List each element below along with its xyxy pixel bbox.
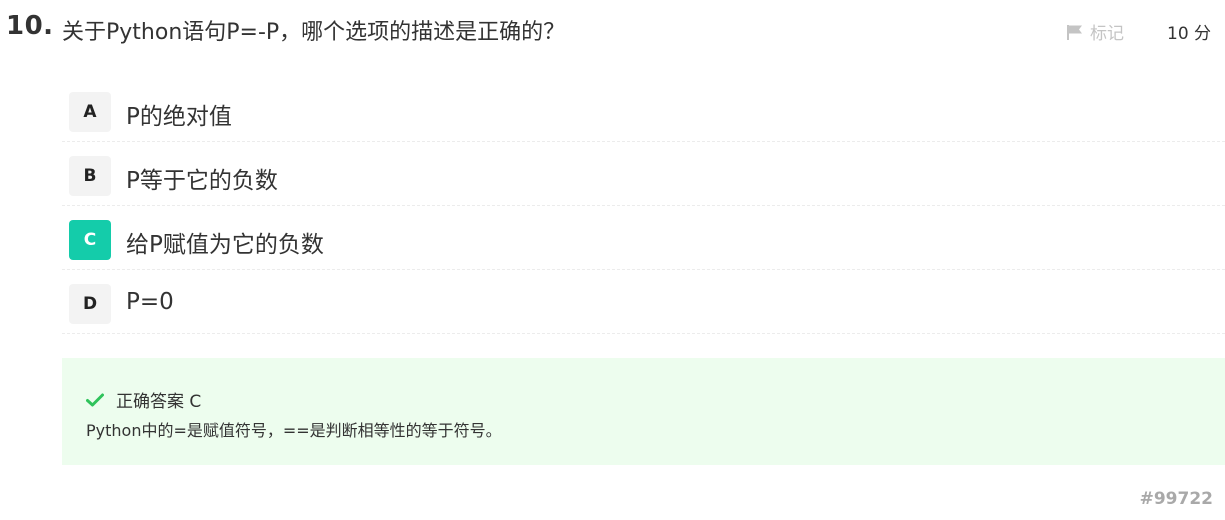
option-text: P等于它的负数 [126, 168, 278, 194]
option-text: P的绝对值 [126, 104, 232, 130]
option-letter-badge: D [69, 284, 111, 324]
answer-title: 正确答案 C [86, 387, 201, 412]
question-number: 10. [6, 11, 54, 41]
option-a[interactable]: A P的绝对值 [62, 78, 1225, 142]
question-id: #99722 [1139, 489, 1213, 509]
question-text: 关于Python语句P=-P，哪个选项的描述是正确的？ [62, 20, 566, 45]
answer-panel: 正确答案 C Python中的=是赋值符号，==是判断相等性的等于符号。 [62, 358, 1225, 465]
option-d[interactable]: D P=0 [62, 270, 1225, 334]
option-text: 给P赋值为它的负数 [126, 232, 324, 258]
option-text: P=0 [126, 289, 174, 315]
option-c[interactable]: C 给P赋值为它的负数 [62, 206, 1225, 270]
option-letter-badge: B [69, 156, 111, 196]
option-letter-badge-correct: C [69, 220, 111, 260]
answer-title-text: 正确答案 C [116, 392, 202, 412]
answer-explanation: Python中的=是赋值符号，==是判断相等性的等于符号。 [86, 421, 502, 440]
check-icon [86, 393, 104, 407]
option-b[interactable]: B P等于它的负数 [62, 142, 1225, 206]
question-header: 10. 关于Python语句P=-P，哪个选项的描述是正确的？ 标记 10 分 [0, 0, 1225, 60]
options-list: A P的绝对值 B P等于它的负数 C 给P赋值为它的负数 D P=0 [62, 78, 1225, 334]
mark-label: 标记 [1090, 24, 1124, 44]
question-score: 10 分 [1167, 24, 1212, 44]
flag-icon [1066, 24, 1084, 40]
question-page: 10. 关于Python语句P=-P，哪个选项的描述是正确的？ 标记 10 分 … [0, 0, 1225, 520]
mark-button[interactable]: 标记 [1066, 19, 1124, 44]
option-letter-badge: A [69, 92, 111, 132]
